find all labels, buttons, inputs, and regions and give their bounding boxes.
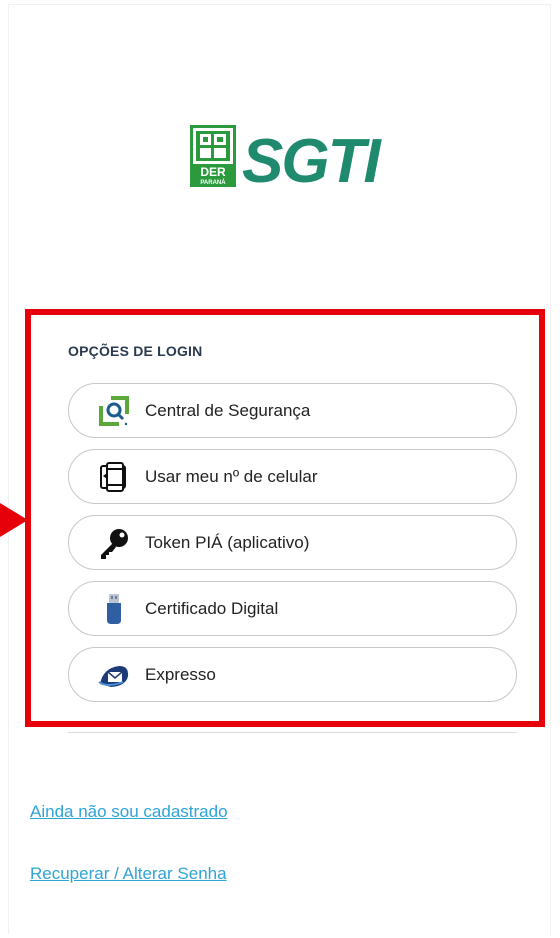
certificado-digital-button[interactable]: Certificado Digital: [68, 581, 517, 636]
recover-password-link[interactable]: Recuperar / Alterar Senha: [30, 864, 227, 884]
option-label: Certificado Digital: [145, 598, 279, 618]
login-page: DER PARANÁ SGTI OPÇÕES DE LOGIN Central …: [0, 0, 560, 938]
logo-badge-text: DER: [200, 165, 226, 179]
expresso-button[interactable]: Expresso: [68, 647, 517, 702]
option-label: Token PIÁ (aplicativo): [145, 532, 310, 552]
option-label: Central de Segurança: [145, 400, 311, 420]
register-link[interactable]: Ainda não sou cadastrado: [30, 802, 228, 822]
option-label: Expresso: [145, 664, 216, 684]
divider: [68, 732, 517, 733]
sgti-logo: DER PARANÁ SGTI: [190, 125, 384, 190]
usb-token-icon: [96, 591, 132, 627]
logo-badge-subtext: PARANÁ: [200, 179, 226, 186]
central-seguranca-button[interactable]: Central de Segurança: [68, 383, 517, 438]
app-name: SGTI: [242, 127, 382, 190]
central-seguranca-icon: [96, 393, 132, 429]
option-label: Usar meu nº de celular: [145, 466, 318, 486]
cellphone-login-button[interactable]: Usar meu nº de celular: [68, 449, 517, 504]
token-pia-button[interactable]: Token PIÁ (aplicativo): [68, 515, 517, 570]
expresso-mail-icon: [96, 657, 132, 693]
pointer-arrow-icon: [0, 503, 28, 537]
key-icon: [96, 525, 132, 561]
login-options-title: OPÇÕES DE LOGIN: [68, 343, 203, 359]
cellphone-icon: [96, 459, 132, 495]
